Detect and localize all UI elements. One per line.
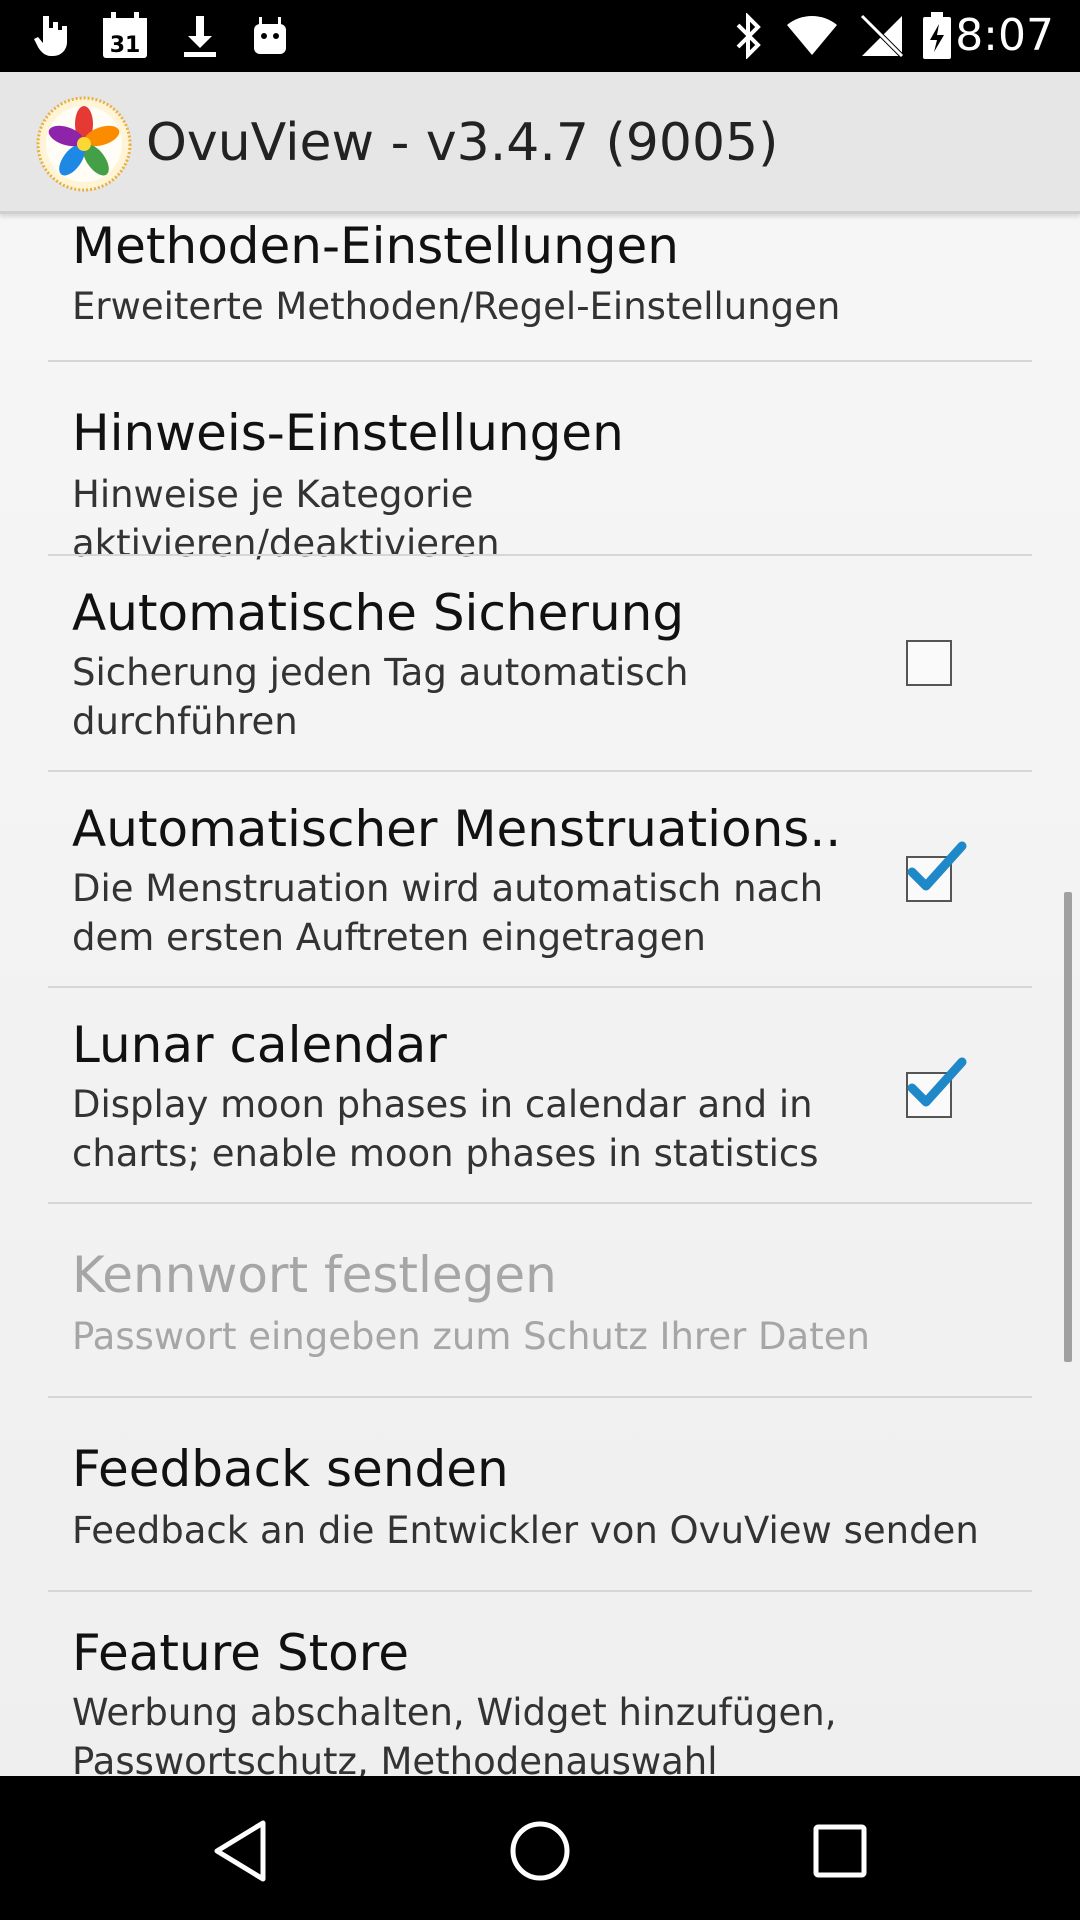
- back-icon[interactable]: [196, 1806, 286, 1896]
- pref-automatischer-menstruationseintrag[interactable]: Automatischer Menstruations.. Die Menstr…: [0, 772, 1080, 986]
- auto-menstruation-checkbox[interactable]: [906, 841, 967, 902]
- pref-kennwort-festlegen: Kennwort festlegen Passwort eingeben zum…: [0, 1204, 1080, 1396]
- auto-backup-checkbox[interactable]: [906, 640, 952, 686]
- calendar-day: 31: [110, 33, 141, 58]
- bluetooth-icon: [728, 13, 768, 59]
- battery-charging-icon: [918, 12, 956, 59]
- home-icon[interactable]: [495, 1806, 585, 1896]
- pref-lunar-calendar[interactable]: Lunar calendar Display moon phases in ca…: [0, 988, 1080, 1202]
- pref-summary: Werbung abschalten, Widget hinzufügen, P…: [72, 1691, 837, 1776]
- pref-title: Feedback senden: [72, 1440, 509, 1498]
- pref-hinweis-einstellungen[interactable]: Hinweis-Einstellungen Hinweise je Katego…: [0, 362, 1080, 565]
- app-bar: OvuView - v3.4.7 (9005): [0, 72, 1080, 214]
- pref-title: Feature Store: [72, 1624, 409, 1682]
- download-icon: [178, 14, 222, 58]
- calendar-icon: 31: [100, 12, 150, 58]
- pref-feedback-senden[interactable]: Feedback senden Feedback an die Entwickl…: [0, 1398, 1080, 1590]
- pref-summary: Erweiterte Methoden/Regel-Einstellungen: [72, 285, 841, 328]
- pref-feature-store[interactable]: Feature Store Werbung abschalten, Widget…: [0, 1592, 1080, 1776]
- pref-title: Automatische Sicherung: [72, 584, 685, 642]
- pref-title: Automatischer Menstruations..: [72, 800, 842, 858]
- app-title: OvuView - v3.4.7 (9005): [146, 113, 779, 173]
- ovuview-logo-icon: [36, 96, 132, 192]
- scrollbar[interactable]: [1064, 892, 1072, 1362]
- android-icon: [248, 14, 292, 58]
- status-bar: 31 8:07: [0, 0, 1080, 72]
- navigation-bar: [0, 1776, 1080, 1920]
- pref-summary: Sicherung jeden Tag automatisch durchfüh…: [72, 651, 689, 743]
- pref-title: Hinweis-Einstellungen: [72, 404, 624, 462]
- hand-notification-icon: [30, 14, 76, 58]
- recents-icon[interactable]: [795, 1806, 885, 1896]
- wifi-icon: [784, 14, 840, 58]
- pref-title: Lunar calendar: [72, 1016, 447, 1074]
- preferences-list[interactable]: Methoden-Einstellungen Erweiterte Method…: [0, 214, 1080, 1776]
- pref-summary: Die Menstruation wird automatisch nach d…: [72, 867, 824, 959]
- no-signal-icon: [858, 14, 906, 58]
- pref-summary: Feedback an die Entwickler von OvuView s…: [72, 1509, 979, 1552]
- pref-title: Methoden-Einstellungen: [72, 217, 679, 275]
- checkmark-icon: [907, 1057, 967, 1107]
- pref-summary: Display moon phases in calendar and in c…: [72, 1083, 819, 1175]
- pref-methoden-einstellungen[interactable]: Methoden-Einstellungen Erweiterte Method…: [0, 214, 1080, 360]
- pref-title: Kennwort festlegen: [72, 1246, 557, 1304]
- lunar-calendar-checkbox[interactable]: [906, 1057, 967, 1118]
- checkmark-icon: [907, 841, 967, 891]
- pref-summary: Passwort eingeben zum Schutz Ihrer Daten: [72, 1315, 870, 1358]
- status-clock: 8:07: [955, 10, 1054, 61]
- pref-automatische-sicherung[interactable]: Automatische Sicherung Sicherung jeden T…: [0, 556, 1080, 770]
